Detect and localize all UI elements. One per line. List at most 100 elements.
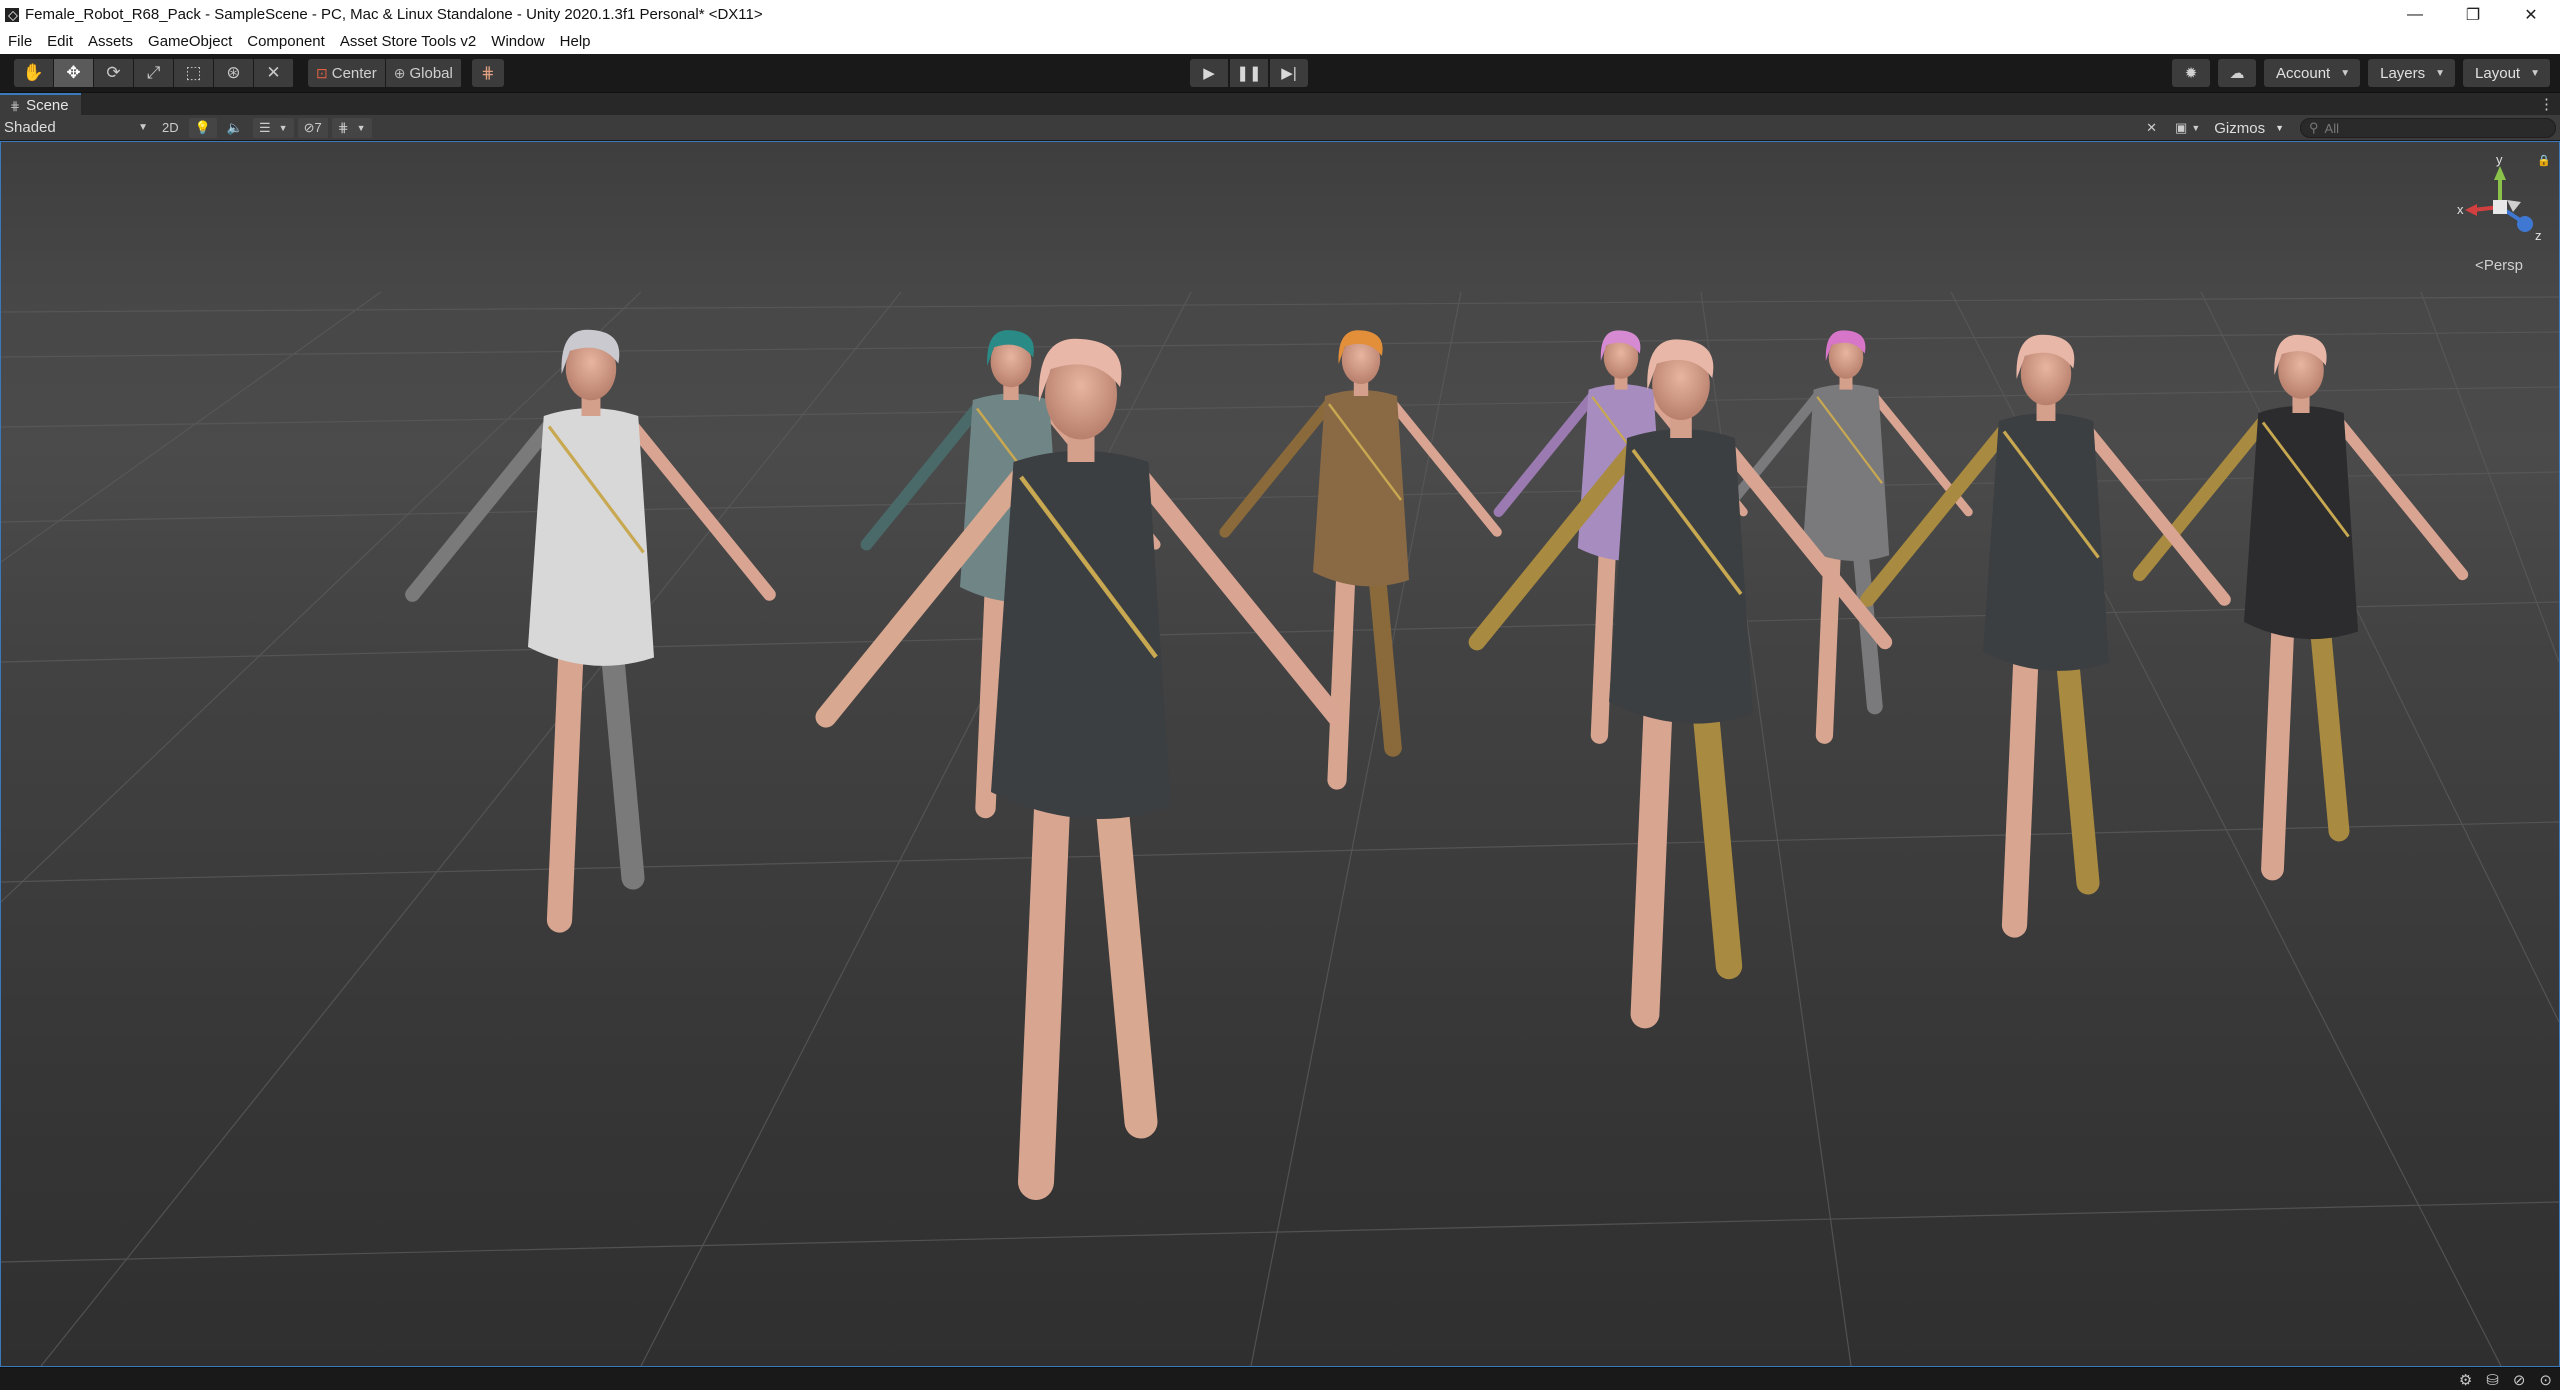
scene-grid-icon: ⋕	[10, 98, 21, 113]
scale-tool-icon[interactable]: ⤢	[134, 59, 174, 87]
character-left-leg	[1630, 663, 1674, 1029]
character-right-arm	[1388, 399, 1502, 537]
character-left-leg	[2261, 591, 2296, 881]
chevron-down-icon: ▼	[2275, 123, 2284, 133]
character-left-arm	[2132, 415, 2270, 582]
hand-tool-icon[interactable]: ✋	[14, 59, 54, 87]
debug-icon[interactable]: ⊘	[2513, 1371, 2526, 1389]
tab-scene[interactable]: ⋕ Scene	[0, 93, 81, 116]
menu-asset-store-tools[interactable]: Asset Store Tools v2	[332, 33, 483, 50]
tools-icon[interactable]: ✕	[2140, 118, 2163, 138]
hidden-count: 7	[314, 120, 322, 135]
character-left-arm	[1493, 391, 1598, 518]
scene-search-input[interactable]: ⚲ All	[2300, 118, 2556, 138]
menu-bar: File Edit Assets GameObject Component As…	[0, 29, 2560, 54]
shading-mode-label: Shaded	[4, 119, 56, 136]
menu-help[interactable]: Help	[552, 33, 598, 50]
tab-menu-icon[interactable]: ⋮	[2539, 95, 2554, 113]
menu-window[interactable]: Window	[483, 33, 551, 50]
status-bar: ⚙ ⛁ ⊘ ⊙	[0, 1367, 2560, 1390]
pivot-rotation-button[interactable]: ⊕ Global	[385, 59, 462, 87]
camera-icon: ▣	[2175, 120, 2188, 135]
lighting-toggle-icon[interactable]: 💡	[188, 117, 217, 138]
pause-icon[interactable]: ❚❚	[1230, 59, 1268, 87]
effects-toggle-icon[interactable]: ☰ ▼	[253, 117, 294, 138]
character-right-arm	[2333, 416, 2469, 581]
tab-bar: ⋕ Scene ⋮	[0, 92, 2560, 116]
pivot-rotation-label: Global	[409, 64, 453, 82]
gizmos-dropdown[interactable]: Gizmos ▼	[2208, 118, 2290, 138]
character-right-arm	[626, 420, 776, 601]
menu-edit[interactable]: Edit	[39, 33, 80, 50]
window-controls: — ❐ ✕	[2386, 0, 2560, 29]
2d-toggle[interactable]: 2D	[156, 118, 185, 138]
collab-icon[interactable]: ✹	[2172, 59, 2210, 87]
menu-file[interactable]: File	[0, 33, 39, 50]
chevron-down-icon: ▼	[356, 122, 366, 133]
custom-tool-icon[interactable]: ✕	[254, 59, 294, 87]
play-icon[interactable]: ▶	[1190, 59, 1228, 87]
layout-dropdown[interactable]: Layout ▼	[2463, 59, 2550, 87]
chevron-down-icon: ▼	[2340, 67, 2351, 79]
pivot-center-icon: ⊡	[316, 64, 328, 81]
chevron-down-icon: ▼	[278, 122, 288, 133]
window-title-bar: Female_Robot_R68_Pack - SampleScene - PC…	[0, 0, 2560, 29]
toolbar-right: ✹ ☁ Account ▼ Layers ▼ Layout ▼	[2172, 59, 2550, 87]
chevron-down-icon: ▼	[138, 122, 148, 133]
unity-logo-icon	[5, 7, 19, 22]
progress-icon[interactable]: ⚙	[2459, 1371, 2472, 1389]
search-icon: ⚲	[2309, 120, 2319, 135]
menu-gameobject[interactable]: GameObject	[140, 33, 239, 50]
layers-dropdown[interactable]: Layers ▼	[2368, 59, 2456, 87]
menu-component[interactable]: Component	[239, 33, 332, 50]
persp-label: Persp	[2483, 257, 2523, 274]
pivot-mode-button[interactable]: ⊡ Center	[308, 59, 386, 87]
cloud-icon[interactable]: ☁	[2218, 59, 2256, 87]
effects-icon: ☰	[259, 119, 271, 135]
lock-icon[interactable]: 🔒	[2537, 154, 2551, 167]
camera-settings-icon[interactable]: ▣ ▼	[2169, 118, 2206, 138]
chevron-down-icon: ▼	[2530, 67, 2540, 79]
account-label: Account	[2276, 64, 2331, 82]
cache-icon[interactable]: ⛁	[2486, 1371, 2499, 1389]
step-icon[interactable]: ▶|	[1270, 59, 1308, 87]
layout-label: Layout	[2475, 64, 2521, 82]
transform-tool-icon[interactable]: ⊛	[214, 59, 254, 87]
account-dropdown[interactable]: Account ▼	[2264, 59, 2361, 87]
grid-toggle[interactable]: ⋕ ▼	[331, 117, 372, 138]
character-left-leg	[546, 613, 585, 933]
hidden-objects-toggle[interactable]: ⊘ 7	[297, 117, 328, 138]
character-dress	[991, 450, 1171, 819]
character-left-arm	[860, 402, 983, 551]
character-left-leg	[1590, 524, 1617, 744]
audio-toggle-icon[interactable]: 🔈	[221, 118, 249, 138]
character-right-arm	[2081, 425, 2231, 606]
auto-generate-lighting-icon[interactable]: ⊙	[2539, 1371, 2552, 1389]
scene-toolbar: Shaded ▼ 2D 💡 🔈 ☰ ▼ ⊘ 7 ⋕ ▼ ✕ ▣ ▼ Gizmos…	[0, 115, 2560, 141]
character-left-arm	[405, 419, 557, 602]
character-dress	[1983, 413, 2109, 671]
character-dress	[528, 408, 654, 666]
search-placeholder: All	[2324, 120, 2339, 136]
eye-slash-icon: ⊘	[303, 119, 315, 135]
pivot-toggles: ⊡ Center ⊕ Global	[308, 59, 462, 87]
scene-viewport[interactable]: y x z 🔒 <Persp	[0, 141, 2560, 1367]
rect-tool-icon[interactable]: ⬚	[174, 59, 214, 87]
minimize-button[interactable]: —	[2386, 0, 2444, 29]
move-tool-icon[interactable]: ✥	[54, 59, 94, 87]
shading-mode-dropdown[interactable]: Shaded ▼	[4, 118, 152, 138]
restore-button[interactable]: ❐	[2444, 0, 2502, 29]
character-left-leg	[2001, 618, 2040, 938]
character-dress	[2244, 405, 2358, 640]
chevron-down-icon: ▼	[2191, 123, 2201, 133]
scene-toolbar-right: ✕ ▣ ▼ Gizmos ▼ ⚲ All	[2136, 118, 2560, 138]
grid-icon: ⋕	[337, 119, 349, 135]
grid-snap-icon[interactable]: ⋕	[471, 59, 504, 87]
characters-layer	[405, 329, 2469, 1200]
view-orientation-gizmo[interactable]: y x z	[2455, 152, 2545, 262]
menu-assets[interactable]: Assets	[80, 33, 140, 50]
projection-toggle[interactable]: <Persp	[2475, 257, 2523, 274]
rotate-tool-icon[interactable]: ⟳	[94, 59, 134, 87]
layers-label: Layers	[2380, 64, 2426, 82]
close-button[interactable]: ✕	[2502, 0, 2560, 29]
